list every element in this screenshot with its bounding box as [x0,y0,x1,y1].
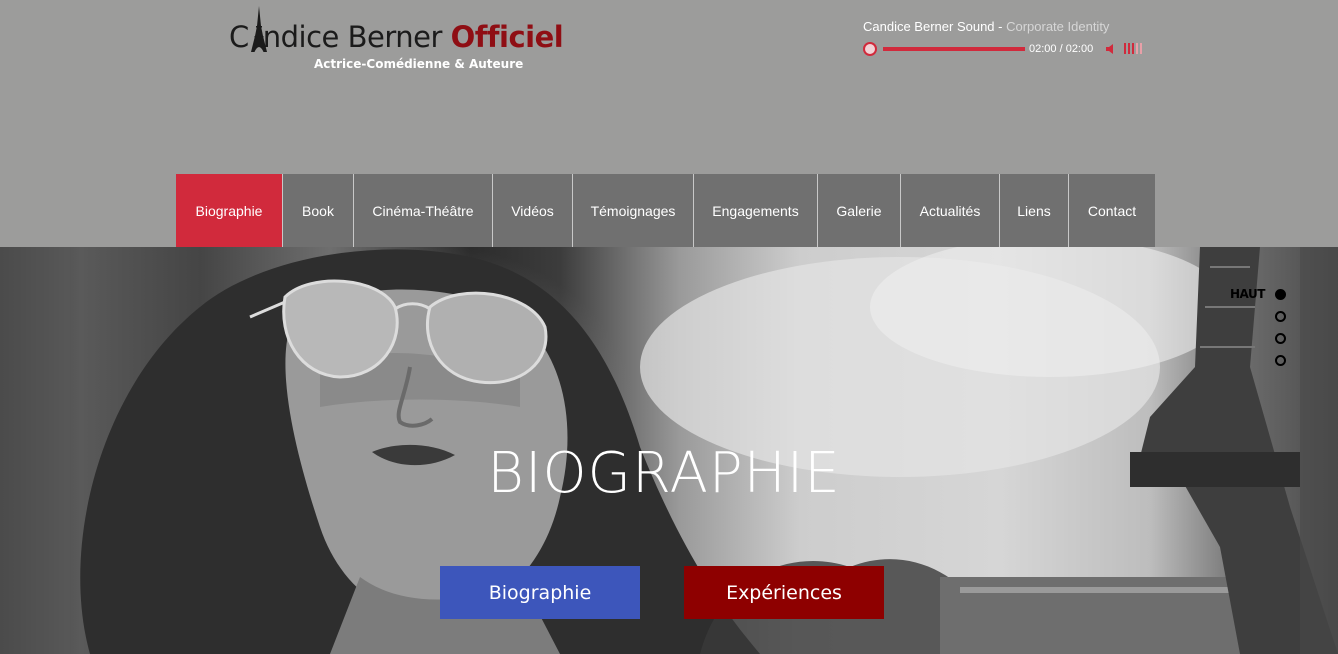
nav-item-biographie[interactable]: Biographie [176,174,283,247]
volume-slider[interactable] [1124,43,1142,54]
player-artist: Candice Berner Sound [863,19,995,34]
player-track: Corporate Identity [1006,19,1110,34]
nav-item-contact[interactable]: Contact [1069,174,1155,247]
logo-suffix: Officiel [450,20,564,54]
nav-item-liens[interactable]: Liens [1000,174,1069,247]
speaker-icon[interactable] [1106,43,1118,55]
volume-bar [1140,43,1142,54]
player-separator: - [994,19,1007,34]
biographie-button[interactable]: Biographie [440,566,640,619]
progress-fill [883,47,1025,51]
volume-bar [1132,43,1134,54]
site-logo[interactable]: Cndice Berner Officiel Actrice-Comédienn… [229,6,589,78]
volume-bar [1124,43,1126,54]
logo-title: Cndice Berner Officiel [229,20,564,54]
anchor-label-haut: HAUT [1230,287,1265,301]
nav-item-cinema-theatre[interactable]: Cinéma-Théâtre [354,174,493,247]
anchor-dot-2[interactable] [1275,311,1286,322]
anchor-dot-4[interactable] [1275,355,1286,366]
nav-item-videos[interactable]: Vidéos [493,174,573,247]
volume-bar [1128,43,1130,54]
anchor-dot-3[interactable] [1275,333,1286,344]
player-title: Candice Berner Sound - Corporate Identit… [863,19,1109,34]
nav-item-temoignages[interactable]: Témoignages [573,174,694,247]
volume-bar [1136,43,1138,54]
experiences-button[interactable]: Expériences [684,566,884,619]
logo-name: ndice Berner [262,20,443,54]
hero-title: BIOGRAPHIE [487,441,841,506]
anchor-dot-haut[interactable] [1275,289,1286,300]
hero-section: BIOGRAPHIE Biographie Expériences HAUT [0,247,1338,654]
progress-bar[interactable] [883,47,1025,51]
nav-item-engagements[interactable]: Engagements [694,174,818,247]
nav-item-galerie[interactable]: Galerie [818,174,901,247]
nav-item-book[interactable]: Book [283,174,354,247]
logo-subtitle: Actrice-Comédienne & Auteure [314,57,524,71]
logo-initial: C [229,20,249,54]
main-nav: Biographie Book Cinéma-Théâtre Vidéos Té… [176,174,1155,247]
play-button[interactable] [863,42,877,56]
player-time: 02:00 / 02:00 [1029,43,1094,55]
nav-item-actualites[interactable]: Actualités [901,174,1000,247]
music-player: Candice Berner Sound - Corporate Identit… [862,17,1152,67]
